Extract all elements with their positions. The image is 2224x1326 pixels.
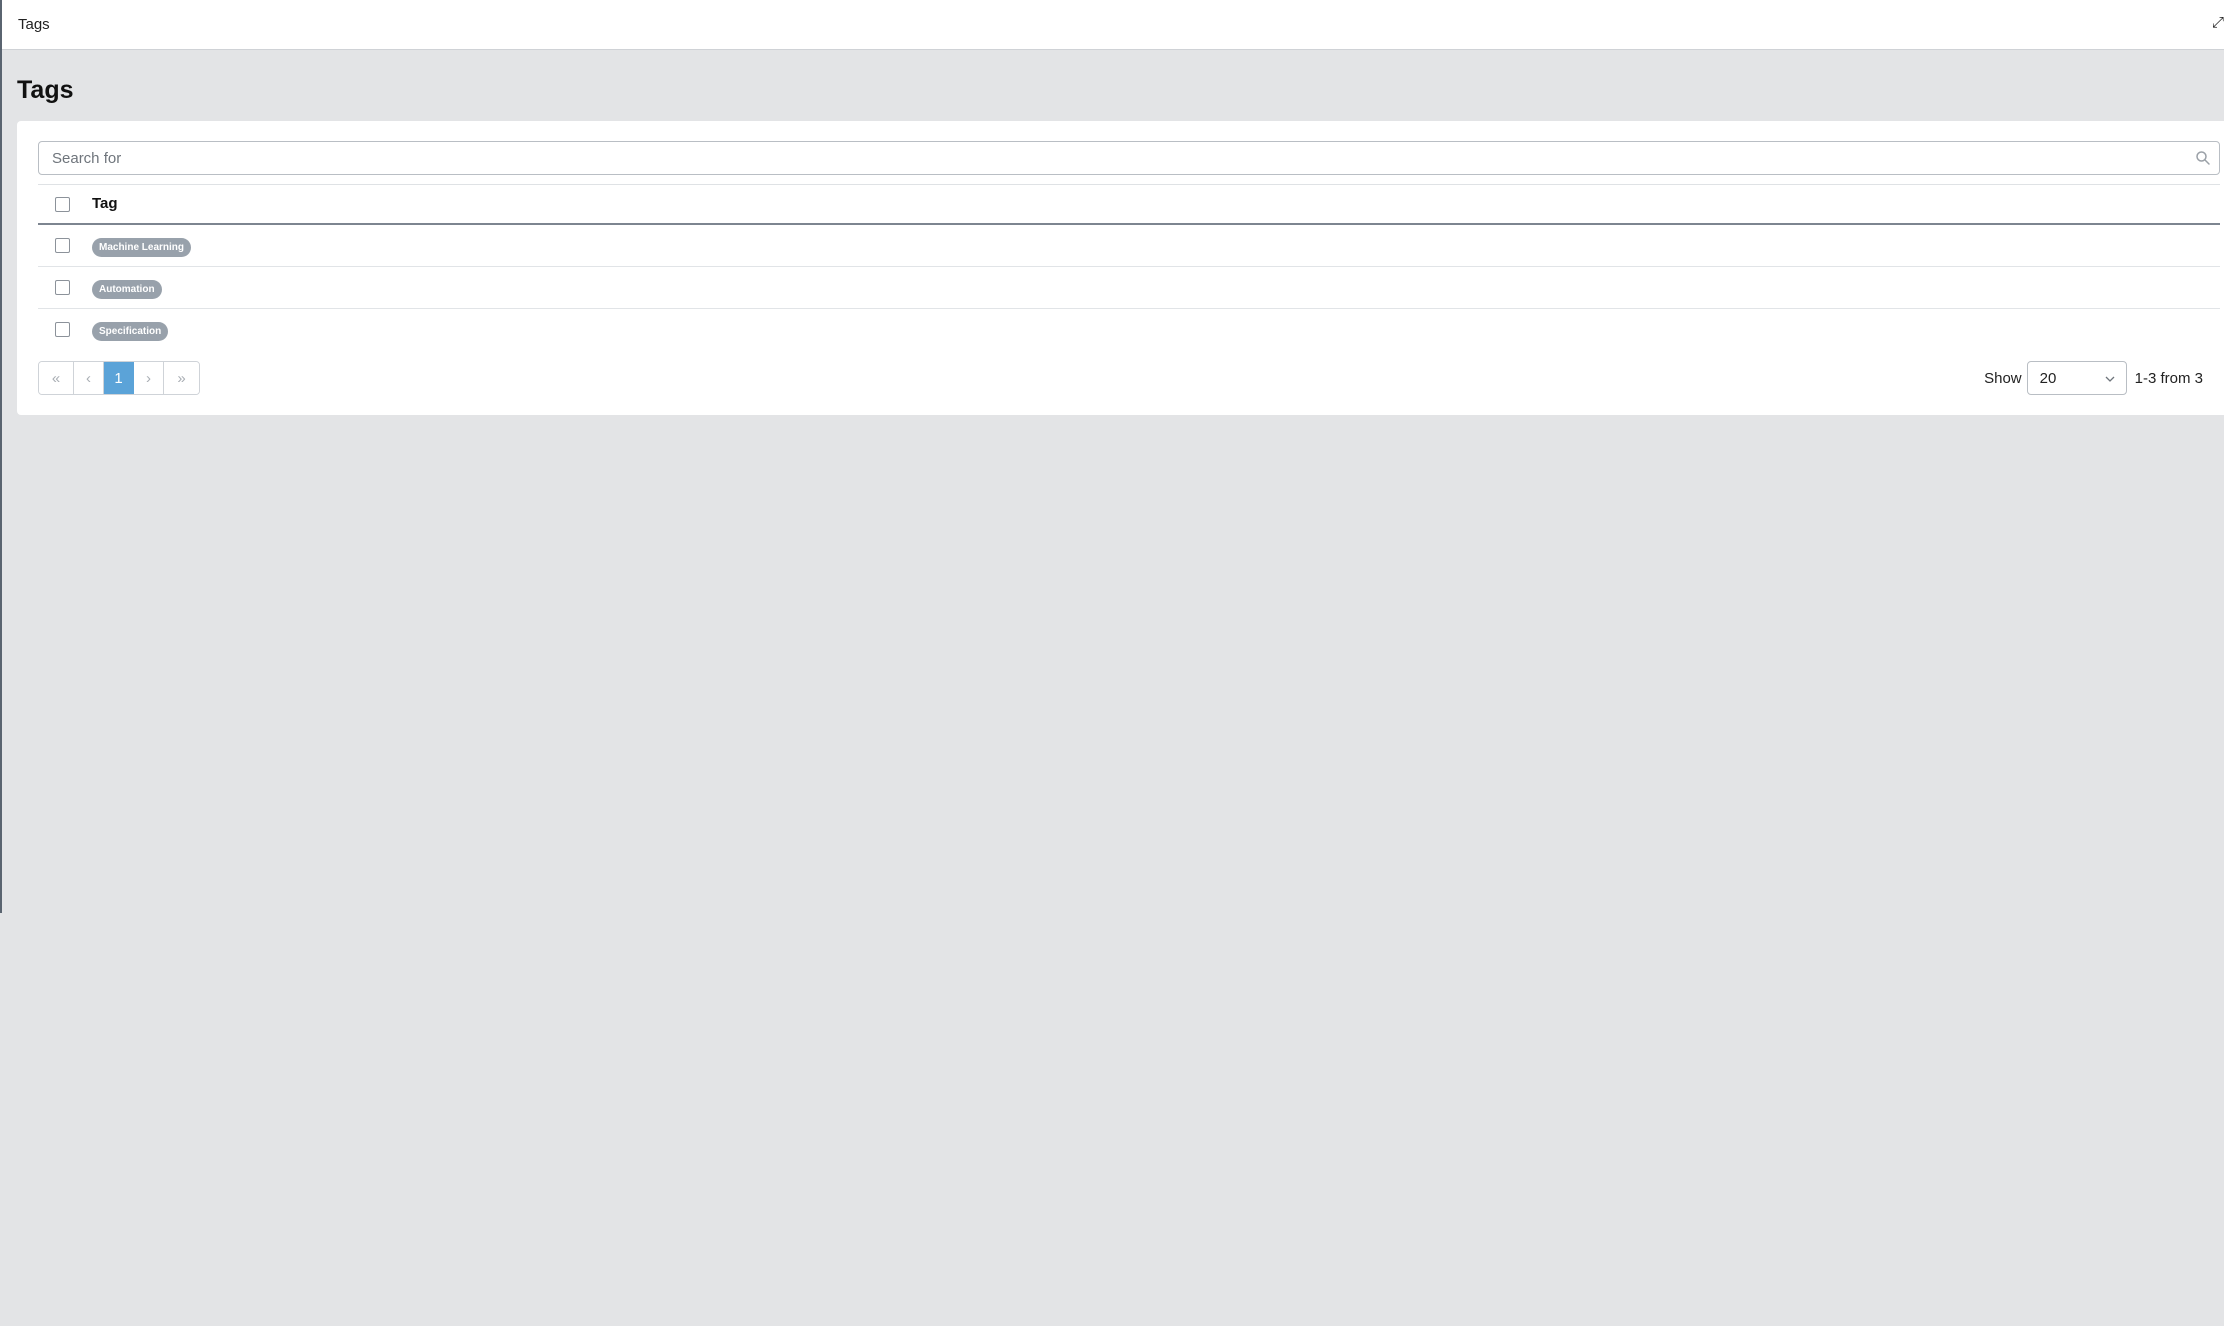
- search-box: [38, 141, 2220, 175]
- chevron-down-icon: [2105, 376, 2115, 382]
- page-title: Tags: [17, 76, 74, 104]
- table-row: Specification: [38, 309, 2220, 351]
- last-page-button[interactable]: »: [164, 362, 199, 394]
- double-chevron-left-icon: «: [51, 369, 61, 387]
- tags-panel: Tag Machine Learning Automation Specific…: [17, 121, 2224, 415]
- page-button-current[interactable]: 1: [104, 362, 134, 394]
- row-checkbox[interactable]: [55, 322, 70, 337]
- double-chevron-right-icon: »: [177, 369, 186, 387]
- show-label: Show: [1984, 369, 2022, 387]
- next-page-button[interactable]: ›: [134, 362, 164, 394]
- topbar-title: Tags: [18, 16, 50, 33]
- page-size-value: 20: [2039, 370, 2057, 387]
- table-row: Machine Learning: [38, 225, 2220, 267]
- tags-table: Tag Machine Learning Automation Specific…: [38, 184, 2220, 351]
- column-header-tag[interactable]: Tag: [92, 195, 118, 212]
- tag-pill[interactable]: Automation: [92, 280, 162, 299]
- page-size-control: Show 20 1-3 from 3: [1984, 361, 2203, 395]
- top-bar: Tags ⤢: [2, 0, 2224, 50]
- select-all-checkbox[interactable]: [55, 197, 70, 212]
- chevron-left-icon: ‹: [86, 369, 91, 387]
- tag-pill[interactable]: Machine Learning: [92, 238, 192, 257]
- page-size-select[interactable]: 20: [2026, 361, 2127, 395]
- page-number: 1: [114, 369, 123, 387]
- table-row: Automation: [38, 267, 2220, 309]
- search-icon[interactable]: [2195, 150, 2211, 166]
- left-edge-rule: [0, 0, 2, 913]
- first-page-button[interactable]: «: [39, 362, 74, 394]
- search-input[interactable]: [39, 142, 2219, 174]
- pagination: « ‹ 1 › »: [38, 361, 200, 395]
- expand-icon[interactable]: ⤢: [2212, 14, 2224, 31]
- row-checkbox[interactable]: [55, 280, 70, 295]
- previous-page-button[interactable]: ‹: [74, 362, 104, 394]
- row-checkbox[interactable]: [55, 238, 70, 253]
- result-range: 1-3 from 3: [2134, 369, 2203, 387]
- tag-pill[interactable]: Specification: [92, 322, 169, 341]
- table-header: Tag: [38, 184, 2220, 225]
- chevron-right-icon: ›: [146, 369, 151, 387]
